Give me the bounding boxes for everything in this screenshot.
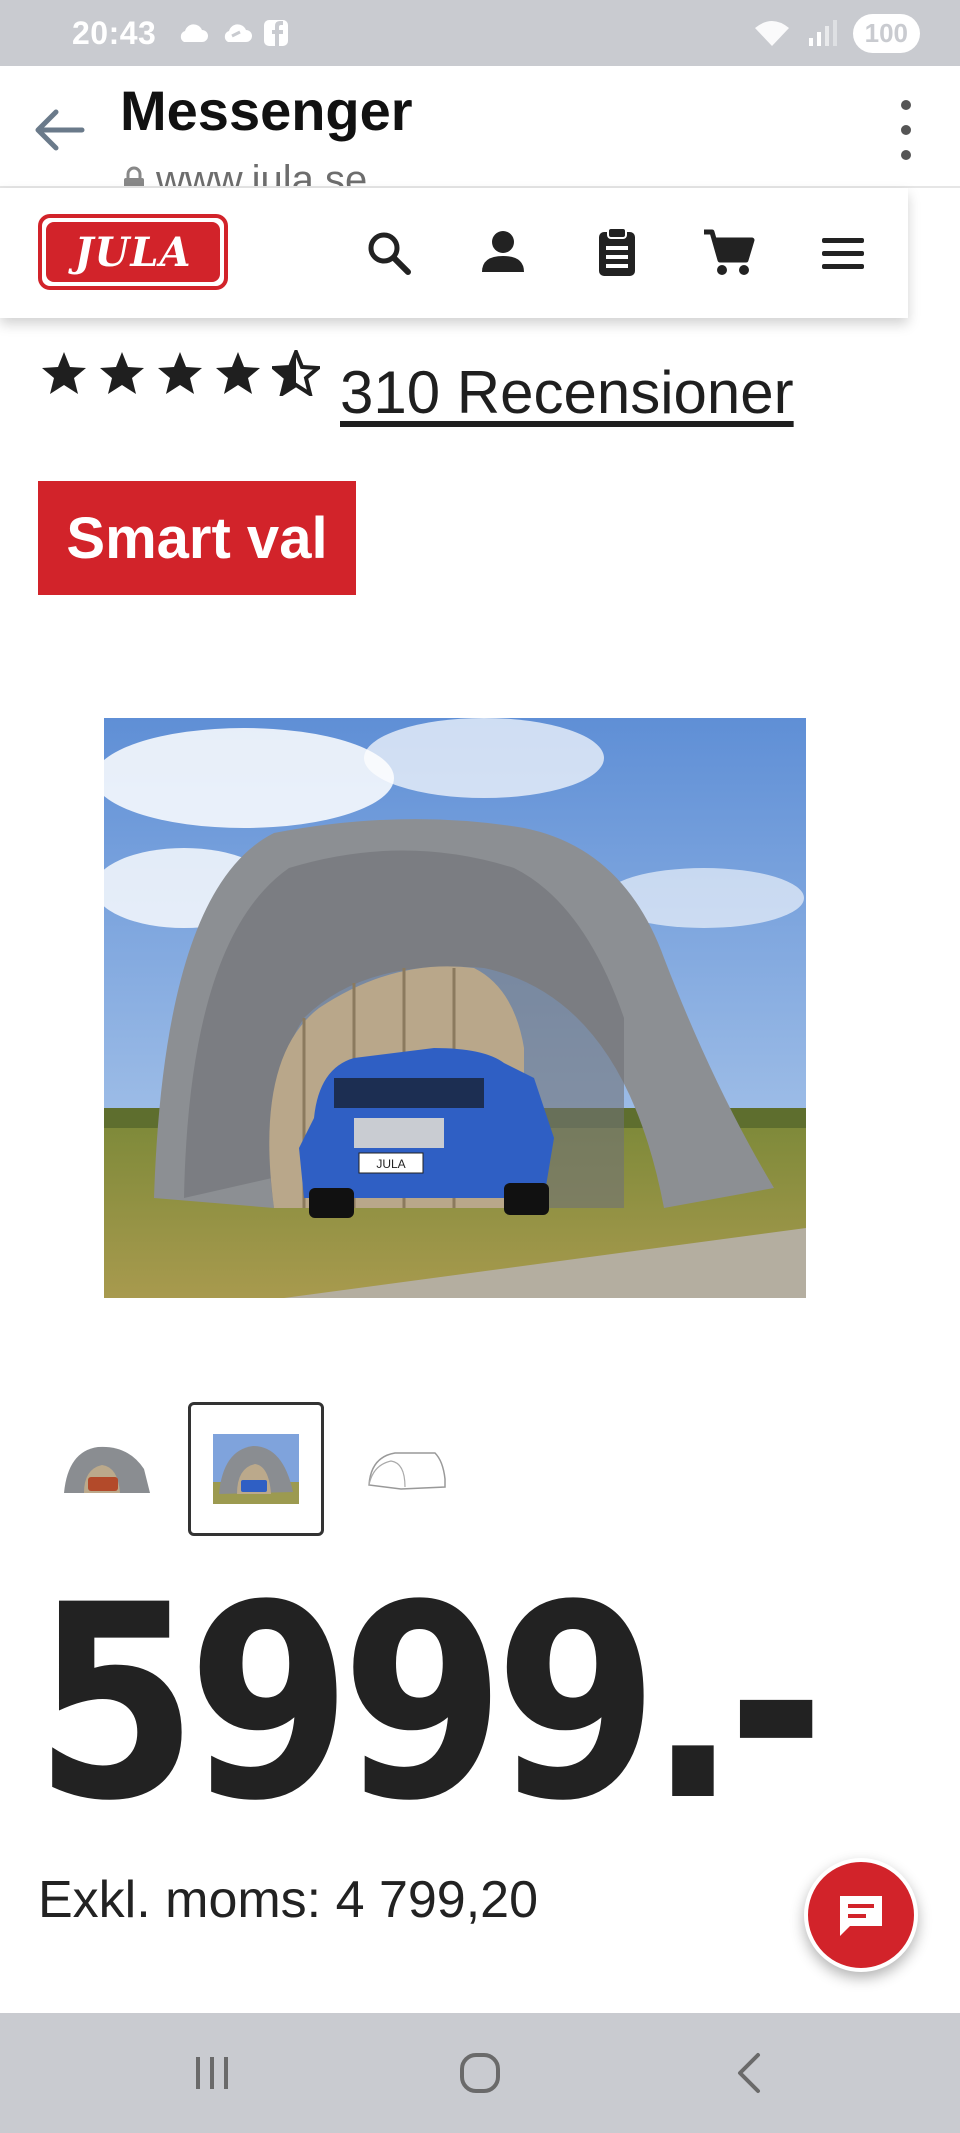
star-filled-icon — [216, 352, 260, 394]
star-half-icon — [272, 350, 320, 396]
star-filled-icon — [100, 352, 144, 394]
status-notification-icons — [176, 20, 289, 46]
thumbnail-carport-image — [213, 1434, 299, 1504]
back-arrow-icon[interactable] — [30, 100, 90, 160]
reviews-link[interactable]: 310 Recensioner — [340, 358, 794, 427]
product-rating — [40, 350, 320, 396]
license-plate-text: JULA — [376, 1157, 405, 1171]
cloud-icon — [181, 24, 209, 42]
menu-icon[interactable] — [814, 224, 872, 282]
site-header: JULA — [0, 188, 908, 318]
battery-indicator: 100 — [852, 13, 920, 53]
facebook-icon — [264, 20, 289, 46]
status-right: 100 — [753, 13, 920, 53]
url-row[interactable]: www.jula.se — [122, 158, 368, 188]
status-bar: 20:43 100 — [0, 0, 960, 66]
browser-title: Messenger — [120, 79, 413, 142]
cart-icon[interactable] — [700, 224, 758, 282]
home-icon[interactable] — [450, 2043, 510, 2103]
wifi-icon — [754, 21, 789, 46]
star-filled-icon — [42, 352, 86, 394]
rating-stars — [40, 350, 320, 396]
logo-text: JULA — [74, 228, 192, 276]
jula-logo[interactable]: JULA — [38, 214, 228, 290]
product-image-carport[interactable]: JULA — [104, 718, 806, 1298]
more-options-icon[interactable] — [898, 100, 914, 160]
chat-icon — [840, 1896, 882, 1936]
star-filled-icon — [158, 352, 202, 394]
chat-button[interactable] — [804, 1858, 918, 1972]
product-price: 5999.- — [34, 1548, 825, 1860]
lock-icon — [124, 166, 144, 186]
clipboard-icon[interactable] — [588, 224, 646, 282]
search-icon[interactable] — [360, 224, 418, 282]
cloud-sync-icon — [225, 24, 253, 42]
signal-icon — [808, 20, 837, 46]
account-icon[interactable] — [474, 224, 532, 282]
product-thumbnail[interactable] — [338, 1402, 474, 1536]
system-navigation-bar — [0, 2013, 960, 2133]
thumbnail-drawing-image — [368, 1452, 446, 1490]
product-thumbnail[interactable] — [38, 1402, 174, 1536]
in-app-browser-bar: Messenger www.jula.se — [0, 66, 960, 188]
url-text: www.jula.se — [156, 158, 368, 188]
price-excl-vat: Exkl. moms: 4 799,20 — [38, 1871, 538, 1929]
status-time: 20:43 — [72, 14, 157, 51]
recent-apps-icon[interactable] — [182, 2043, 242, 2103]
back-icon[interactable] — [720, 2043, 780, 2103]
thumbnail-carport-image — [64, 1446, 150, 1493]
product-thumbnail-selected[interactable] — [188, 1402, 324, 1536]
smart-choice-badge: Smart val — [38, 481, 356, 595]
